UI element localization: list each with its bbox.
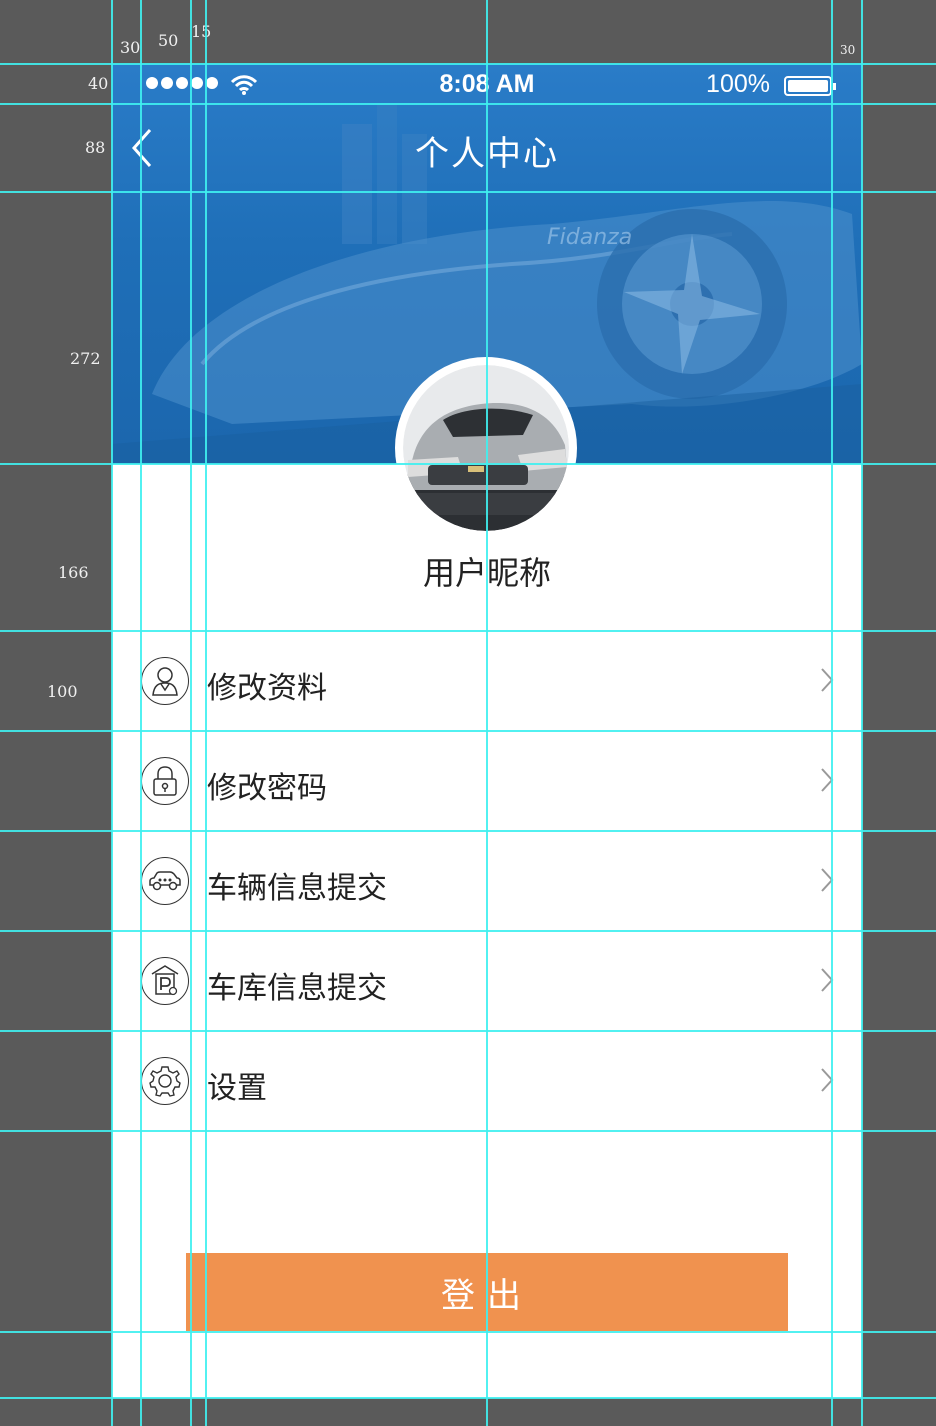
menu-item-label: 设置 xyxy=(207,1071,267,1106)
guide-line xyxy=(0,191,936,193)
guide-line xyxy=(0,730,936,732)
guide-line xyxy=(0,63,936,65)
parking-icon xyxy=(141,957,189,1005)
battery-icon xyxy=(784,76,836,96)
annotation-left-166: 166 xyxy=(58,563,89,582)
guide-line xyxy=(140,0,142,1426)
guide-line xyxy=(0,830,936,832)
guide-line xyxy=(486,0,488,1426)
menu-item-label: 车辆信息提交 xyxy=(207,871,387,906)
battery-percentage: 100% xyxy=(706,70,770,98)
car-icon xyxy=(141,857,189,905)
menu-item-label: 修改资料 xyxy=(207,671,327,706)
annotation-top-15: 15 xyxy=(191,22,212,41)
guide-line xyxy=(190,0,192,1426)
annotation-left-88: 88 xyxy=(85,138,106,157)
annotation-left-40: 40 xyxy=(88,74,109,93)
annotation-left-272: 272 xyxy=(70,349,101,368)
guide-line xyxy=(0,1331,936,1333)
lock-icon xyxy=(141,757,189,805)
guide-line xyxy=(0,103,936,105)
annotation-top-50: 50 xyxy=(158,31,179,50)
menu-item-label: 车库信息提交 xyxy=(207,971,387,1006)
guide-line xyxy=(861,0,863,1426)
guide-line xyxy=(0,1030,936,1032)
gear-icon xyxy=(141,1057,189,1105)
guide-line xyxy=(0,930,936,932)
annotation-top-right-30: 30 xyxy=(840,43,856,57)
annotation-left-100: 100 xyxy=(47,682,78,701)
guide-line xyxy=(0,630,936,632)
annotation-top-30: 30 xyxy=(120,38,141,57)
user-icon xyxy=(141,657,189,705)
guide-line xyxy=(831,0,833,1426)
guide-line xyxy=(205,0,207,1426)
guide-line xyxy=(0,1397,936,1399)
guide-line xyxy=(0,463,936,465)
svg-text:Fidanza: Fidanza xyxy=(547,225,632,250)
menu-item-label: 修改密码 xyxy=(207,771,327,806)
guide-line xyxy=(0,1130,936,1132)
guide-line xyxy=(111,0,113,1426)
